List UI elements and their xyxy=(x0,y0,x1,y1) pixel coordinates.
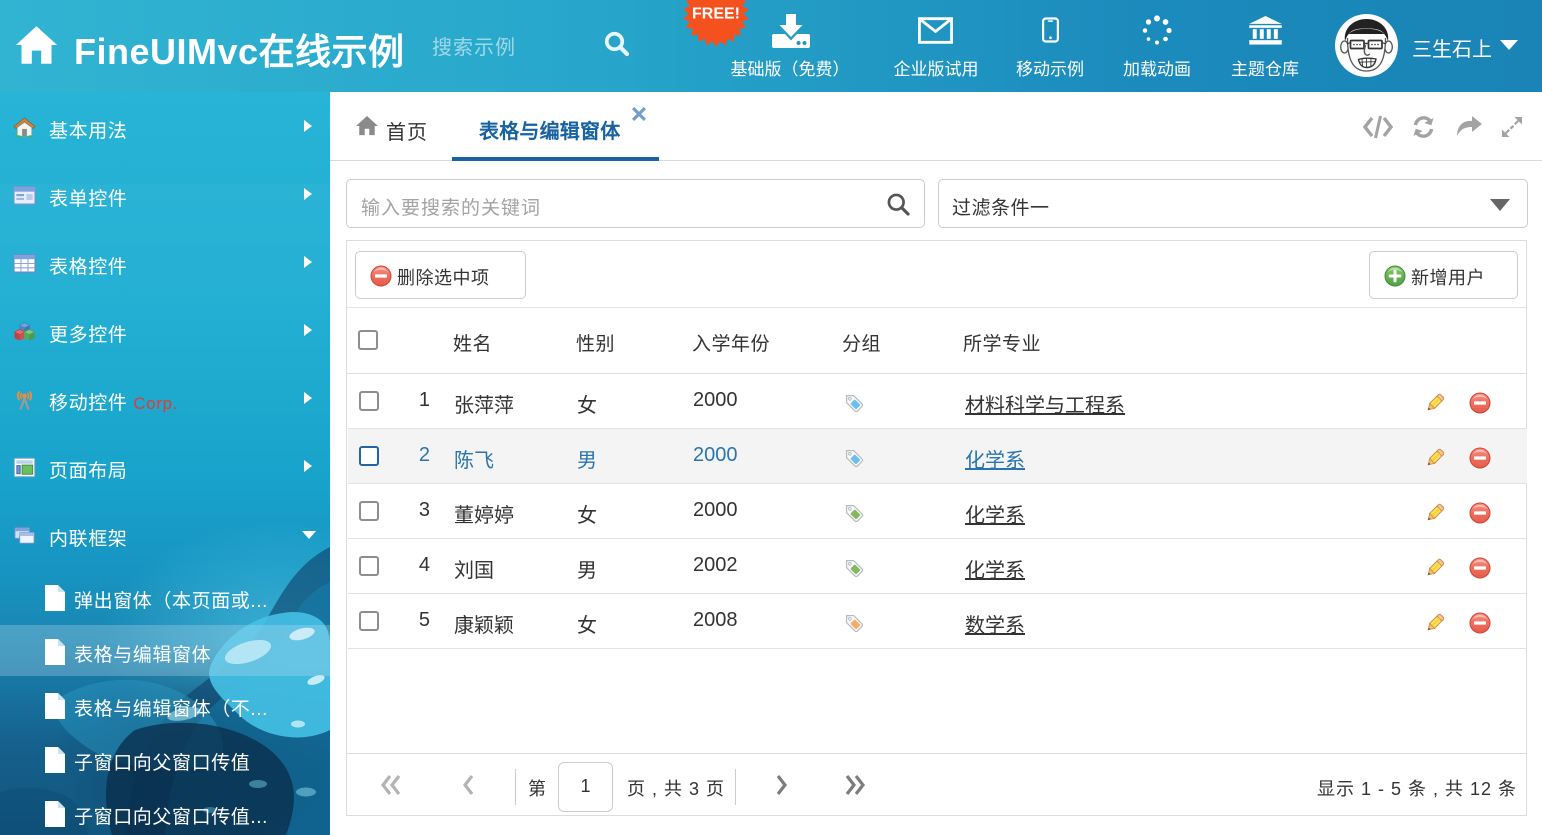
svg-text:FREE!: FREE! xyxy=(692,6,740,23)
